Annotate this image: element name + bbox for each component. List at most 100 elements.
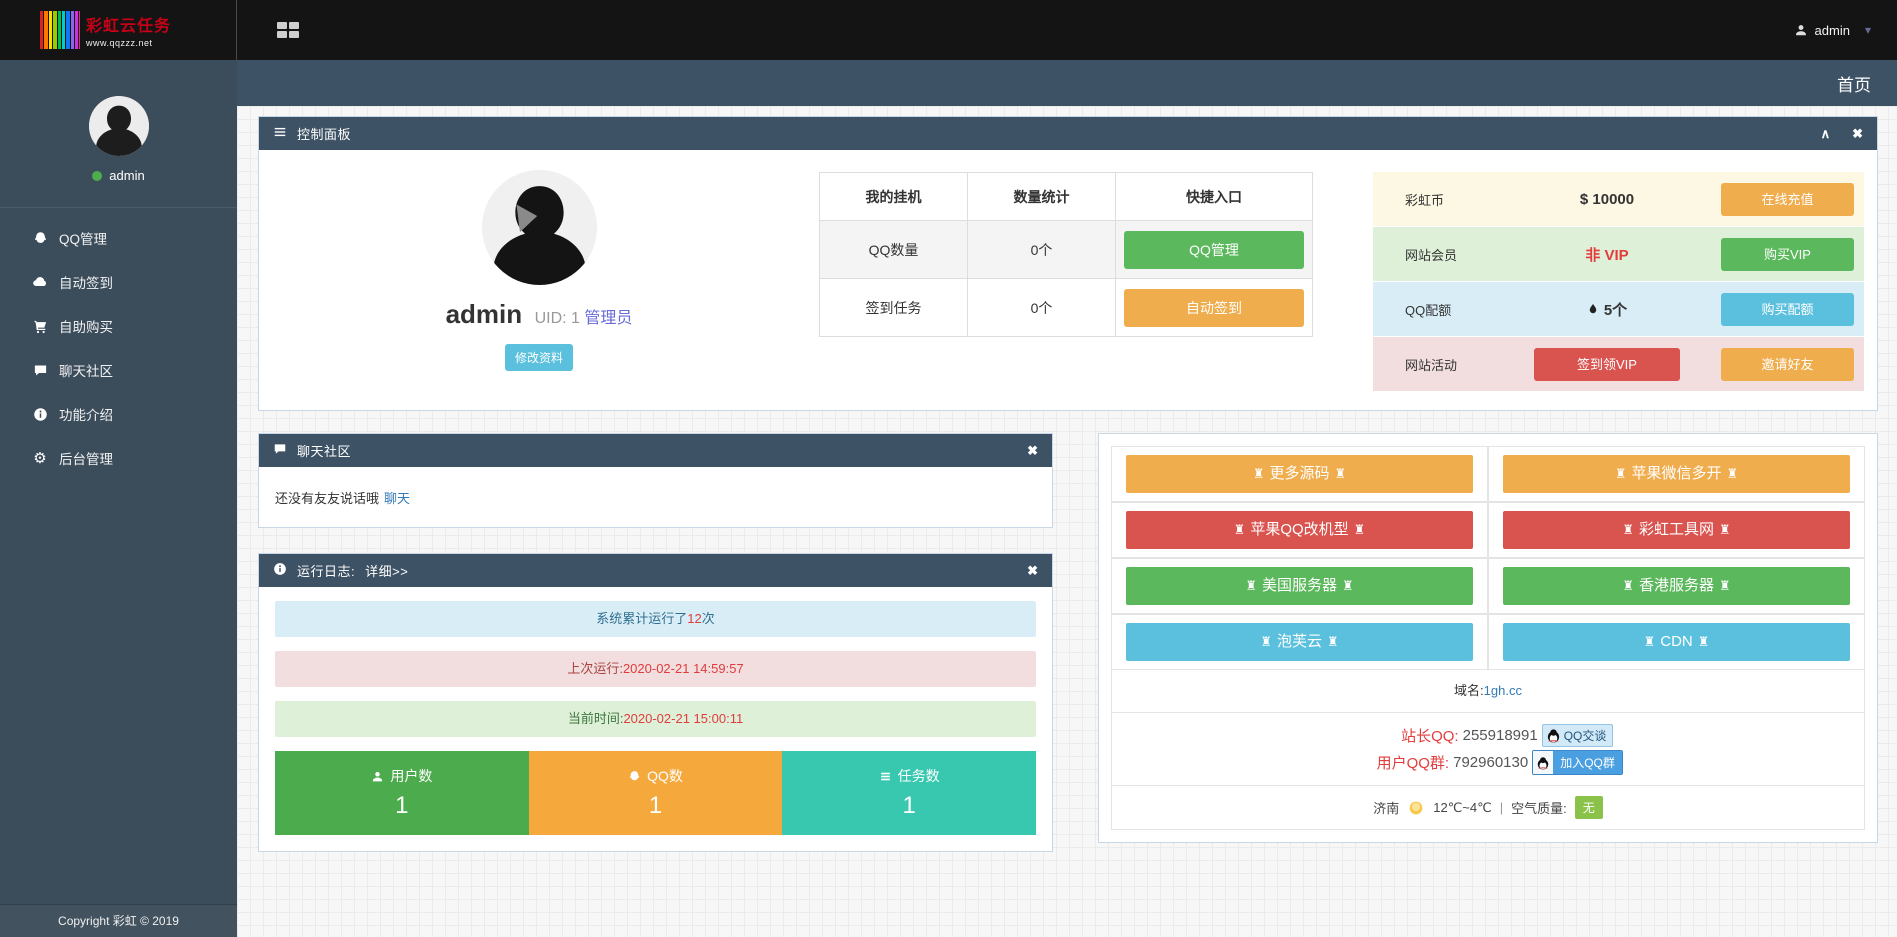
qq-contact-rows: 站长QQ: 255918991 QQ交谈 用户QQ群: — [1112, 712, 1864, 785]
stat-value: 1 — [903, 792, 916, 820]
control-panel-body: admin UID: 1 管理员 修改资料 我的挂机 数量统计 — [259, 150, 1877, 410]
collapse-button[interactable]: ∧ — [1821, 127, 1831, 140]
user-menu[interactable]: admin ▾ — [1794, 23, 1871, 38]
link-more-source-button[interactable]: ♜更多源码♜ — [1126, 455, 1473, 493]
table-row: 签到任务 0个 自动签到 — [820, 279, 1313, 337]
stat-users[interactable]: 用户数 1 — [275, 751, 529, 835]
buy-vip-button[interactable]: 购买VIP — [1721, 238, 1854, 271]
buy-quota-button[interactable]: 购买配额 — [1721, 293, 1854, 326]
log-alert-run-count: 系统累计运行了12次 — [275, 601, 1036, 637]
join-qq-group-badge[interactable]: 加入QQ群 — [1532, 750, 1623, 775]
link-us-server-button[interactable]: ♜美国服务器♜ — [1126, 567, 1473, 605]
qq-chat-badge[interactable]: QQ交谈 — [1542, 724, 1614, 747]
info-icon — [32, 407, 48, 422]
brand-title: 彩虹云任务 — [86, 12, 171, 36]
recharge-button[interactable]: 在线充值 — [1721, 183, 1854, 216]
link-apple-wechat-button[interactable]: ♜苹果微信多开♜ — [1503, 455, 1850, 493]
table-header-row: 我的挂机 数量统计 快捷入口 — [820, 173, 1313, 221]
sidebar-item-label: 自助购买 — [59, 316, 113, 336]
signin-vip-button[interactable]: 签到领VIP — [1534, 348, 1680, 381]
vip-status: 非 VIP — [1493, 244, 1721, 265]
crown-icon: ♜ — [1615, 466, 1627, 481]
stat-tasks[interactable]: 任务数 1 — [782, 751, 1036, 835]
sidebar-menu: QQ管理 自动签到 自助购买 聊天社区 功能介绍 — [0, 216, 237, 480]
links-grid: ♜更多源码♜ ♜苹果微信多开♜ ♜苹果QQ改机型♜ ♜彩虹工具网♜ ♜美国服务器… — [1111, 446, 1865, 670]
sidebar-item-label: 后台管理 — [59, 448, 113, 468]
auto-signin-button[interactable]: 自动签到 — [1124, 289, 1304, 327]
link-apple-qq-model-button[interactable]: ♜苹果QQ改机型♜ — [1126, 511, 1473, 549]
sidebar-item-label: 自动签到 — [59, 272, 113, 292]
link-rainbow-tools-button[interactable]: ♜彩虹工具网♜ — [1503, 511, 1850, 549]
gear-icon: ⚙ — [32, 449, 48, 467]
crown-icon: ♜ — [1335, 466, 1347, 481]
sidebar-item-chat-community[interactable]: 聊天社区 — [0, 348, 237, 392]
sidebar-divider — [0, 207, 237, 208]
comment-icon — [32, 363, 48, 378]
row-count: 0个 — [968, 221, 1116, 279]
role-link[interactable]: 管理员 — [584, 310, 632, 327]
sidebar-item-self-buy[interactable]: 自助购买 — [0, 304, 237, 348]
quota-value: 5个 — [1493, 299, 1721, 320]
right-column: ♜更多源码♜ ♜苹果微信多开♜ ♜苹果QQ改机型♜ ♜彩虹工具网♜ ♜美国服务器… — [1098, 433, 1878, 852]
sidebar-item-label: 聊天社区 — [59, 360, 113, 380]
coins-value: $ 10000 — [1493, 191, 1721, 208]
row-label: 彩虹币 — [1373, 190, 1493, 209]
sidebar-item-admin-backend[interactable]: ⚙ 后台管理 — [0, 436, 237, 480]
air-quality-label: 空气质量: — [1511, 798, 1567, 817]
weather-row: 济南 12℃~4℃ | 空气质量: 无 — [1112, 785, 1864, 829]
qq-number: 255918991 — [1463, 727, 1538, 744]
control-panel: 控制面板 ∧ ✖ admin — [258, 116, 1878, 411]
sidebar-item-features[interactable]: 功能介绍 — [0, 392, 237, 436]
hangup-table: 我的挂机 数量统计 快捷入口 QQ数量 0个 QQ管理 签到任务 — [819, 172, 1313, 337]
user-qq-group-row: 用户QQ群: 792960130 加入QQ群 — [1112, 749, 1864, 776]
app-root: 彩虹云任务 www.qqzzz.net admin ▾ admin — [0, 0, 1897, 937]
brand-logo[interactable]: 彩虹云任务 www.qqzzz.net — [0, 0, 237, 60]
chat-link[interactable]: 聊天 — [384, 488, 410, 507]
apps-menu-button[interactable] — [271, 16, 305, 44]
account-table: 彩虹币 $ 10000 在线充值 网站会员 非 VIP 购买VIP QQ配额 — [1373, 172, 1864, 391]
info-icon — [273, 562, 287, 579]
stat-value: 1 — [649, 792, 662, 820]
profile-section: admin UID: 1 管理员 修改资料 — [259, 170, 819, 386]
chevron-down-icon: ▾ — [1865, 23, 1871, 37]
nav-home-link[interactable]: 首页 — [1837, 71, 1871, 96]
log-detail-link[interactable]: 详细>> — [365, 561, 408, 580]
account-row-activity: 网站活动 签到领VIP 邀请好友 — [1373, 337, 1864, 391]
domain-link[interactable]: 1gh.cc — [1484, 683, 1522, 698]
link-hk-server-button[interactable]: ♜香港服务器♜ — [1503, 567, 1850, 605]
crown-icon: ♜ — [1622, 578, 1634, 593]
invite-friends-button[interactable]: 邀请好友 — [1721, 348, 1854, 381]
sun-icon — [1407, 799, 1425, 817]
close-button[interactable]: ✖ — [1027, 564, 1038, 577]
close-button[interactable]: ✖ — [1852, 127, 1863, 140]
edit-profile-button[interactable]: 修改资料 — [505, 344, 573, 371]
crown-icon: ♜ — [1354, 522, 1366, 537]
link-paofu-cloud-button[interactable]: ♜泡芙云♜ — [1126, 623, 1473, 661]
link-cdn-button[interactable]: ♜CDN♜ — [1503, 623, 1850, 661]
sidebar-item-qq-manage[interactable]: QQ管理 — [0, 216, 237, 260]
crown-icon: ♜ — [1253, 466, 1265, 481]
crown-icon: ♜ — [1245, 578, 1257, 593]
list-icon — [273, 125, 287, 142]
stat-qq[interactable]: QQ数 1 — [529, 751, 783, 835]
breadcrumb-bar: 首页 — [237, 60, 1897, 106]
user-menu-label: admin — [1815, 23, 1850, 38]
sidebar-item-auto-signin[interactable]: 自动签到 — [0, 260, 237, 304]
log-alert-last-run: 上次运行:2020-02-21 14:59:57 — [275, 651, 1036, 687]
row-label: 网站会员 — [1373, 245, 1493, 264]
crown-icon: ♜ — [1327, 634, 1339, 649]
domain-label: 域名: — [1454, 683, 1484, 698]
log-alert-current-time: 当前时间:2020-02-21 15:00:11 — [275, 701, 1036, 737]
avatar-photo — [89, 96, 149, 156]
qq-icon — [628, 770, 641, 783]
log-panel-header: 运行日志: 详细>> ✖ — [259, 554, 1052, 587]
profile-username: admin — [446, 299, 523, 329]
qq-row-label: 用户QQ群: — [1353, 752, 1449, 773]
apps-grid-icon — [277, 22, 299, 38]
qq-manage-button[interactable]: QQ管理 — [1124, 231, 1304, 269]
copyright-footer: Copyright 彩虹 © 2019 — [0, 904, 237, 937]
qq-number: 792960130 — [1453, 754, 1528, 771]
close-button[interactable]: ✖ — [1027, 444, 1038, 457]
crown-icon: ♜ — [1727, 466, 1739, 481]
qq-penguin-icon — [1533, 751, 1553, 774]
